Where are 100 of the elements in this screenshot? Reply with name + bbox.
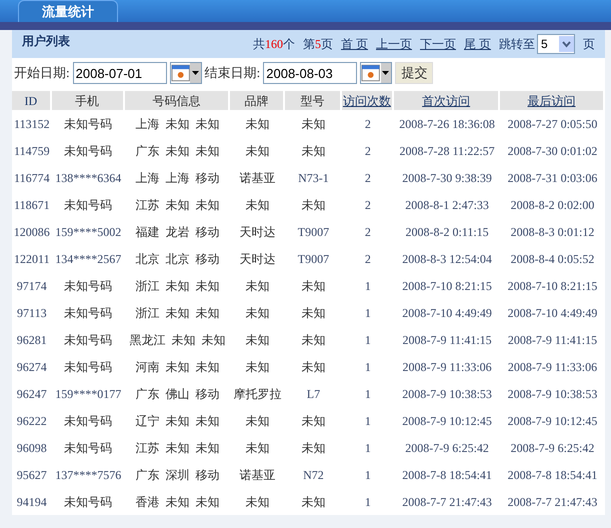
table-cell-text: 2 <box>364 224 371 240</box>
pager-link[interactable]: 首 页 <box>341 35 368 53</box>
table-cell-text: 96247 <box>16 386 47 402</box>
table-cell-text: 上海 上海 移动 <box>135 170 220 186</box>
table-cell-text: 未知 <box>301 196 326 214</box>
table-cell-text: 2008-7-10 8:21:15 <box>402 278 492 294</box>
table-cell-text: 2 <box>364 116 371 132</box>
start-date-label: 开始日期: <box>14 64 70 82</box>
table-cell-text: 天时达 <box>240 224 276 240</box>
table-cell-text: 未知 <box>246 332 270 348</box>
table-cell-text: 94194 <box>16 494 47 510</box>
submit-button[interactable]: 提交 <box>395 62 434 84</box>
table-cell-text: 2008-8-3 0:01:12 <box>510 224 594 240</box>
table-cell-text: 江苏 未知 未知 <box>135 440 220 456</box>
table-cell-text: 2008-7-9 10:12:45 <box>508 412 598 430</box>
column-header: 型号 <box>300 92 324 110</box>
column-header: ID <box>24 92 38 110</box>
table-cell-text: 95627 <box>16 466 47 484</box>
table-cell-text: 河南 未知 未知 <box>135 358 220 376</box>
column-header: 手机 <box>75 92 100 110</box>
table-cell-text: 未知 <box>246 494 270 510</box>
table-cell-text: 1 <box>364 494 371 510</box>
table-cell-text: N72 <box>303 466 324 484</box>
table-cell-text: 2008-7-31 0:03:06 <box>508 170 598 186</box>
calendar-icon <box>361 64 381 82</box>
table-cell-text: 1 <box>364 358 371 376</box>
page-suffix: 页 <box>583 36 595 53</box>
table-cell-text: 浙江 未知 未知 <box>135 304 220 322</box>
table-cell-text: 2008-7-8 18:54:41 <box>402 466 492 484</box>
table-cell-text: 未知 <box>301 440 326 456</box>
table-cell-text: 未知号码 <box>64 304 112 322</box>
table-cell-text: 黑龙江 未知 未知 <box>129 332 226 348</box>
pager-link[interactable]: 尾 页 <box>464 35 491 53</box>
table-cell-text: 2008-8-2 0:11:15 <box>405 224 489 240</box>
table-cell-text: 114759 <box>14 142 50 160</box>
tab[interactable]: 流量统计 <box>18 0 118 22</box>
table-cell-text: 116774 <box>14 170 50 186</box>
table-cell-text: 2008-7-9 6:25:42 <box>510 440 594 456</box>
table-cell-text: 138****6364 <box>55 170 122 186</box>
table-cell-text: 1 <box>364 466 371 484</box>
table-cell-text: 1 <box>364 332 371 348</box>
table-cell-text: 广东 佛山 移动 <box>135 386 220 402</box>
table-cell-text: 2008-8-2 0:02:00 <box>510 196 594 214</box>
calendar-icon <box>170 64 190 82</box>
table-cell-text: 未知 <box>301 278 326 294</box>
table-cell-text: 2 <box>364 250 371 268</box>
table-cell-text: 天时达 <box>240 250 276 268</box>
jump-label: 跳转至 <box>499 36 535 53</box>
table-cell-text: 97113 <box>17 304 47 322</box>
table-cell-text: 2008-7-30 0:01:02 <box>508 142 598 160</box>
table-cell-text: 未知号码 <box>64 142 112 160</box>
table-cell-text: 137****7576 <box>55 466 122 484</box>
table-cell-text: 2008-8-1 2:47:33 <box>405 196 489 214</box>
table-cell-text: 未知号码 <box>64 440 112 456</box>
end-date-field[interactable]: 2008-08-03 <box>263 62 358 84</box>
table-cell-text: 2008-7-9 11:41:15 <box>402 332 492 348</box>
panel-title: 用户列表 <box>22 33 70 50</box>
table-cell-text: 134****2567 <box>55 250 122 268</box>
table-cell-text: 96274 <box>16 358 47 376</box>
table-cell-text: T9007 <box>298 224 330 240</box>
table-cell-text: 广东 未知 未知 <box>135 142 220 160</box>
table-cell-text: 未知 <box>301 142 326 160</box>
page-select[interactable]: 5 <box>537 34 575 54</box>
table-cell-text: 2008-7-7 21:47:43 <box>402 494 492 510</box>
table-cell-text: 2008-8-3 12:54:04 <box>402 250 492 268</box>
table-cell-text: 2008-7-9 11:33:06 <box>508 358 598 376</box>
start-date-field[interactable]: 2008-07-01 <box>72 62 167 84</box>
table-cell-text: L7 <box>306 386 320 402</box>
pager-link[interactable]: 上一页 <box>376 35 412 53</box>
table-cell-text: 118671 <box>14 196 50 214</box>
current-page: 第5页 <box>303 36 333 53</box>
table-cell-text: 2008-7-26 18:36:08 <box>399 116 495 132</box>
table-cell-text: 2008-7-9 11:41:15 <box>508 332 598 348</box>
column-header-link[interactable]: 首次访问 <box>422 92 470 110</box>
table-cell-text: 96222 <box>16 412 47 430</box>
table-cell-text: 未知 <box>246 358 270 376</box>
total-count: 共160个 <box>253 36 295 53</box>
table-cell-text: 2008-7-9 10:12:45 <box>402 412 492 430</box>
table-cell-text: 2008-7-10 8:21:15 <box>508 278 598 294</box>
table-cell-text: 2 <box>364 196 371 214</box>
table-cell-text: 香港 未知 未知 <box>135 494 220 510</box>
table-cell-text: 诺基亚 <box>240 170 276 186</box>
pager-link[interactable]: 下一页 <box>420 35 456 53</box>
table-cell-text: 未知号码 <box>64 278 112 294</box>
table-cell-text: 1 <box>364 278 371 294</box>
table-cell-text: 未知 <box>246 196 270 214</box>
calendar-button[interactable] <box>360 62 392 84</box>
table-cell-text: 1 <box>364 386 371 402</box>
table-cell-text: 120086 <box>14 224 50 240</box>
table-cell-text: 未知 <box>301 412 326 430</box>
table-cell-text: 未知号码 <box>64 196 112 214</box>
table-cell-text: 1 <box>364 304 371 322</box>
calendar-button[interactable] <box>170 62 202 84</box>
column-header-link[interactable]: 访问次数 <box>342 92 391 110</box>
table-cell-text: 159****0177 <box>55 386 122 402</box>
table-cell-text: 159****5002 <box>55 224 122 240</box>
table-cell-text: 未知 <box>246 116 270 132</box>
table-cell-text: 北京 北京 移动 <box>135 250 220 268</box>
column-header-link[interactable]: 最后访问 <box>528 92 576 110</box>
table-cell-text: 未知 <box>301 494 326 510</box>
